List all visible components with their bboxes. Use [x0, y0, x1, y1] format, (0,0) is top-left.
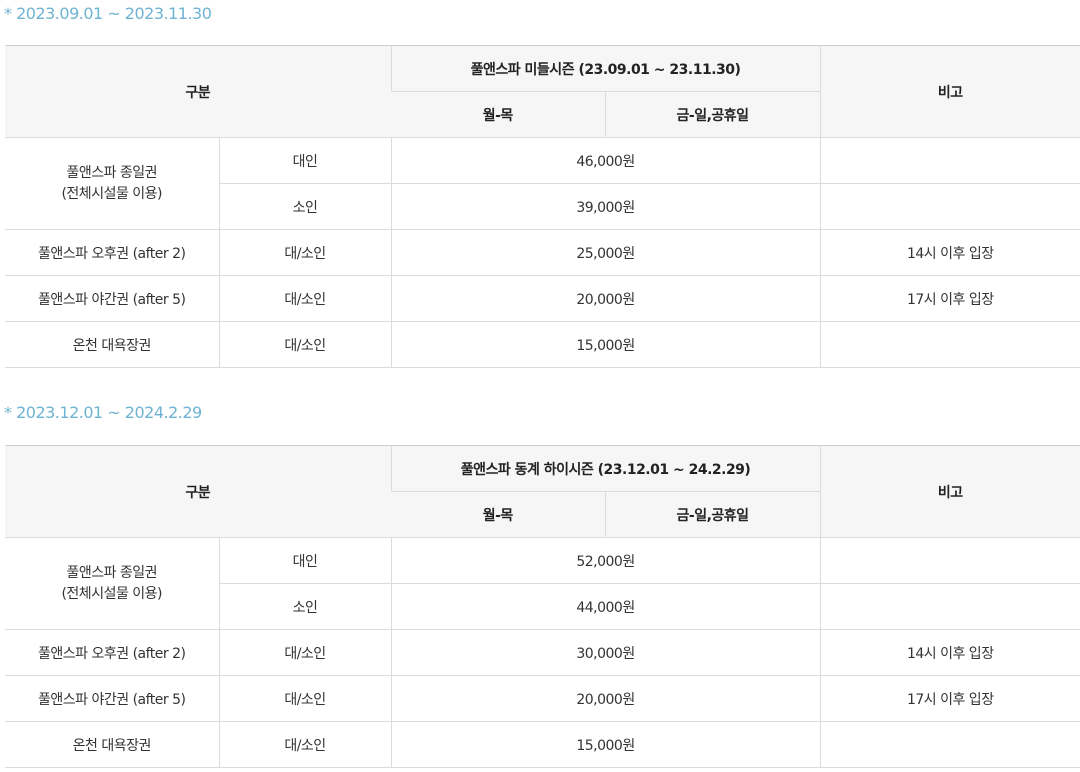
ticket-price: 52,000원: [390, 537, 821, 584]
header-note: 비고: [819, 445, 1080, 538]
ticket-note: 17시 이후 입장: [819, 275, 1080, 322]
ticket-price: 20,000원: [390, 275, 821, 322]
price-table-middle-season: 구분 풀앤스파 미들시즌 (23.09.01 ~ 23.11.30) 비고 월-…: [5, 45, 1080, 368]
header-weekday: 월-목: [391, 491, 606, 538]
header-season: 풀앤스파 미들시즌 (23.09.01 ~ 23.11.30): [390, 45, 821, 92]
ticket-note: [819, 137, 1080, 184]
ticket-name-line1: 풀앤스파 종일권: [66, 564, 158, 581]
ticket-name: 온천 대욕장권: [5, 321, 219, 368]
ticket-note: [819, 321, 1080, 368]
ticket-note: 14시 이후 입장: [819, 629, 1080, 676]
period-label: * 2023.09.01 ~ 2023.11.30: [4, 4, 212, 23]
ticket-target-adult: 대인: [218, 537, 392, 584]
ticket-target: 대/소인: [218, 275, 392, 322]
header-weekday: 월-목: [391, 91, 606, 138]
ticket-target: 대/소인: [218, 229, 392, 276]
ticket-note: 14시 이후 입장: [819, 229, 1080, 276]
ticket-target-child: 소인: [218, 583, 392, 630]
ticket-price: 46,000원: [390, 137, 821, 184]
ticket-name-full-day: 풀앤스파 종일권 (전체시설물 이용): [5, 137, 219, 230]
ticket-price: 25,000원: [390, 229, 821, 276]
table-row: 풀앤스파 오후권 (after 2) 대/소인 30,000원 14시 이후 입…: [5, 629, 1080, 676]
header-weekend: 금-일,공휴일: [604, 491, 821, 538]
ticket-name: 풀앤스파 야간권 (after 5): [5, 675, 219, 722]
table-row: 온천 대욕장권 대/소인 15,000원: [5, 321, 1080, 368]
price-table-winter-high-season: 구분 풀앤스파 동계 하이시즌 (23.12.01 ~ 24.2.29) 비고 …: [5, 445, 1080, 768]
table-row: 풀앤스파 야간권 (after 5) 대/소인 20,000원 17시 이후 입…: [5, 275, 1080, 322]
ticket-target: 대/소인: [218, 629, 392, 676]
table-row: 풀앤스파 종일권 (전체시설물 이용) 대인 52,000원: [5, 537, 1080, 630]
ticket-target: 대/소인: [218, 721, 392, 768]
header-season: 풀앤스파 동계 하이시즌 (23.12.01 ~ 24.2.29): [390, 445, 821, 492]
ticket-name: 풀앤스파 오후권 (after 2): [5, 229, 219, 276]
ticket-name-line2: (전체시설물 이용): [61, 585, 163, 602]
ticket-note: [819, 583, 1080, 630]
ticket-target-child: 소인: [218, 183, 392, 230]
header-weekend: 금-일,공휴일: [604, 91, 821, 138]
ticket-note: [819, 537, 1080, 584]
header-category: 구분: [5, 45, 392, 138]
header-note: 비고: [819, 45, 1080, 138]
header-category: 구분: [5, 445, 392, 538]
ticket-name: 풀앤스파 오후권 (after 2): [5, 629, 219, 676]
table-row: 풀앤스파 종일권 (전체시설물 이용) 대인 46,000원: [5, 137, 1080, 230]
ticket-note: [819, 721, 1080, 768]
ticket-name-line2: (전체시설물 이용): [61, 185, 163, 202]
ticket-price: 44,000원: [390, 583, 821, 630]
table-row: 온천 대욕장권 대/소인 15,000원: [5, 721, 1080, 768]
ticket-price: 39,000원: [390, 183, 821, 230]
ticket-price: 15,000원: [390, 721, 821, 768]
ticket-note: [819, 183, 1080, 230]
ticket-price: 30,000원: [390, 629, 821, 676]
ticket-name-full-day: 풀앤스파 종일권 (전체시설물 이용): [5, 537, 219, 630]
ticket-target: 대/소인: [218, 675, 392, 722]
ticket-note: 17시 이후 입장: [819, 675, 1080, 722]
period-label: * 2023.12.01 ~ 2024.2.29: [4, 403, 202, 422]
ticket-name: 풀앤스파 야간권 (after 5): [5, 275, 219, 322]
table-row: 풀앤스파 야간권 (after 5) 대/소인 20,000원 17시 이후 입…: [5, 675, 1080, 722]
ticket-price: 20,000원: [390, 675, 821, 722]
ticket-price: 15,000원: [390, 321, 821, 368]
ticket-target: 대/소인: [218, 321, 392, 368]
ticket-target-adult: 대인: [218, 137, 392, 184]
ticket-name-line1: 풀앤스파 종일권: [66, 164, 158, 181]
ticket-name: 온천 대욕장권: [5, 721, 219, 768]
table-row: 풀앤스파 오후권 (after 2) 대/소인 25,000원 14시 이후 입…: [5, 229, 1080, 276]
